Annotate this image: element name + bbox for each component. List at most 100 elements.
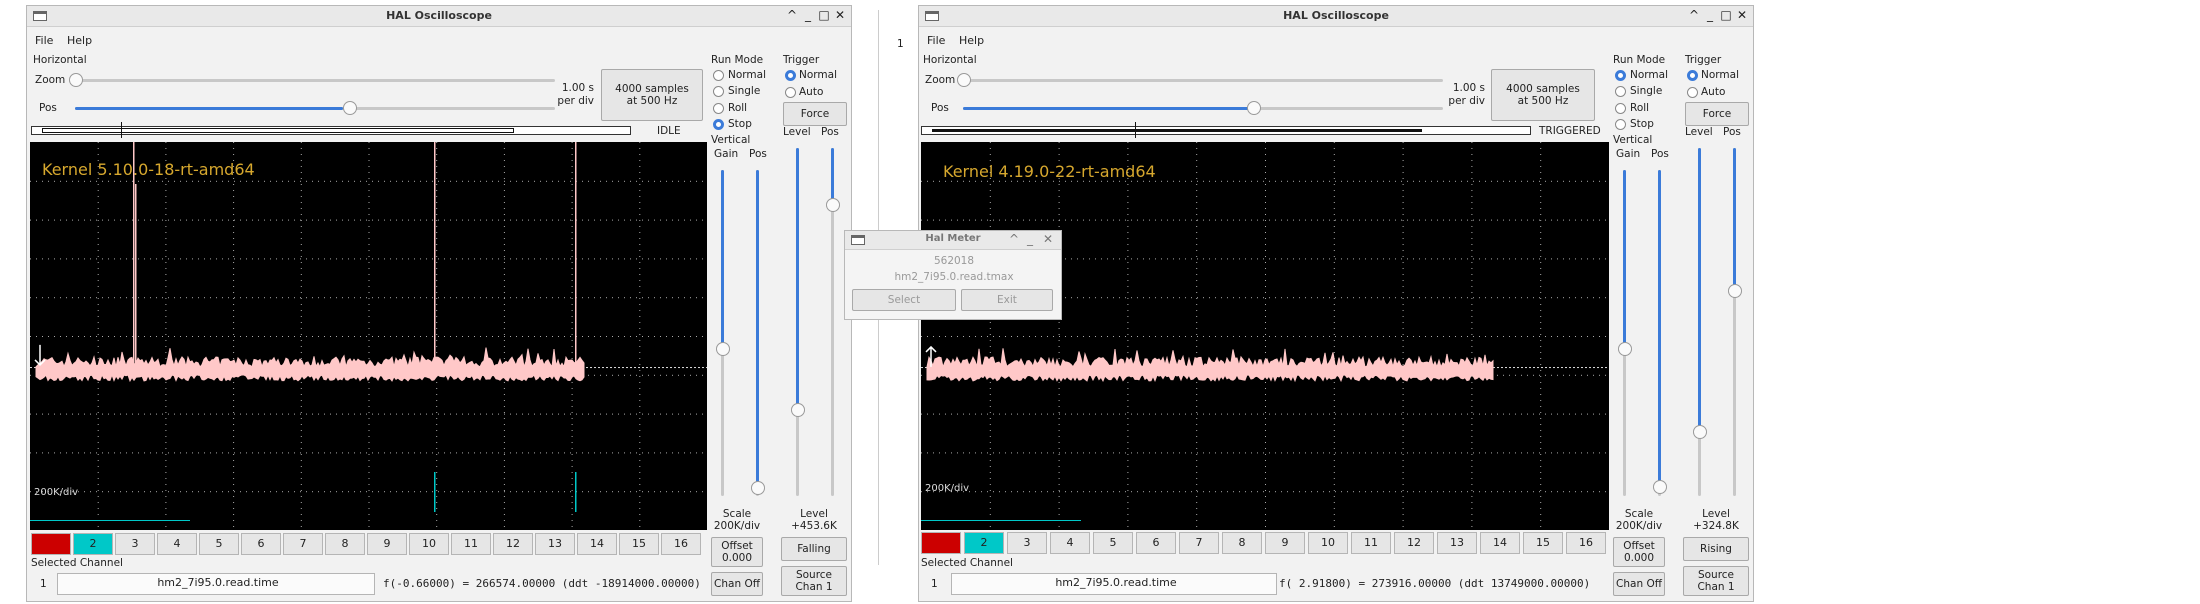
pos-slider-knob[interactable] <box>1247 101 1261 115</box>
trigger-edge-button[interactable]: Falling <box>781 537 847 561</box>
channel-2-button[interactable]: 2 <box>964 532 1004 554</box>
shade-icon[interactable]: ^ <box>1007 232 1021 246</box>
zoom-slider-knob[interactable] <box>957 73 971 87</box>
run-mode-single-radio[interactable] <box>713 86 724 97</box>
channel-16-button[interactable]: 16 <box>1566 532 1606 554</box>
pos-slider-knob[interactable] <box>343 101 357 115</box>
channel-13-button[interactable]: 13 <box>1437 532 1477 554</box>
scope-display[interactable]: Kernel 5.10.0-18-rt-amd64 200K/div <box>30 142 707 530</box>
close-icon[interactable]: ✕ <box>1735 8 1749 22</box>
run-mode-stop-radio[interactable] <box>1615 119 1626 130</box>
channel-5-button[interactable]: 5 <box>1093 532 1133 554</box>
minimize-icon[interactable]: _ <box>1703 8 1717 22</box>
channel-11-button[interactable]: 11 <box>451 533 491 555</box>
grid-dot <box>108 452 109 454</box>
trigger-level-slider-knob[interactable] <box>791 403 805 417</box>
channel-8-button[interactable]: 8 <box>1222 532 1262 554</box>
grid-dot <box>198 413 199 415</box>
channel-6-button[interactable]: 6 <box>241 533 281 555</box>
channel-8-button[interactable]: 8 <box>325 533 365 555</box>
trigger-auto-radio[interactable] <box>1687 87 1698 98</box>
run-mode-normal-radio[interactable] <box>1615 70 1626 81</box>
gain-slider-knob[interactable] <box>1618 342 1632 356</box>
zoom-slider-knob[interactable] <box>69 73 83 87</box>
menu-file[interactable]: File <box>35 34 53 47</box>
force-button[interactable]: Force <box>1685 102 1749 126</box>
meter-exit-button[interactable]: Exit <box>961 289 1053 311</box>
offset-button[interactable]: Offset 0.000 <box>1613 537 1665 567</box>
scope-display[interactable]: Kernel 4.19.0-22-rt-amd64 200K/div <box>921 142 1609 530</box>
run-mode-single-radio[interactable] <box>1615 86 1626 97</box>
pin-name-field[interactable]: hm2_7i95.0.read.time <box>57 573 375 595</box>
samples-button[interactable]: 4000 samples at 500 Hz <box>1491 69 1595 121</box>
minimize-icon[interactable]: _ <box>1023 232 1037 246</box>
channel-15-button[interactable]: 15 <box>619 533 659 555</box>
channel-12-button[interactable]: 12 <box>493 533 533 555</box>
channel-9-button[interactable]: 9 <box>367 533 407 555</box>
samples-button[interactable]: 4000 samples at 500 Hz <box>601 69 703 121</box>
maximize-icon[interactable]: □ <box>817 8 831 22</box>
vpos-slider-knob[interactable] <box>751 481 765 495</box>
offset-button[interactable]: Offset 0.000 <box>711 537 763 567</box>
grid-dot <box>1215 180 1216 182</box>
shade-icon[interactable]: ^ <box>1687 8 1701 22</box>
run-mode-stop-radio[interactable] <box>713 119 724 130</box>
minimize-icon[interactable]: _ <box>801 8 815 22</box>
channel-15-button[interactable]: 15 <box>1523 532 1563 554</box>
channel-2-button[interactable]: 2 <box>73 533 113 555</box>
menu-help[interactable]: Help <box>67 34 92 47</box>
grid-dot <box>216 336 217 337</box>
trigger-normal-radio[interactable] <box>785 70 796 81</box>
channel-3-button[interactable]: 3 <box>115 533 155 555</box>
trigger-normal-radio[interactable] <box>1687 70 1698 81</box>
channel-14-button[interactable]: 14 <box>577 533 617 555</box>
menu-file[interactable]: File <box>927 34 945 47</box>
meter-select-button[interactable]: Select <box>852 289 956 311</box>
menu-help[interactable]: Help <box>959 34 984 47</box>
trigger-source-button[interactable]: Source Chan 1 <box>1683 566 1749 596</box>
trigger-pos-slider-knob[interactable] <box>1728 284 1742 298</box>
trigger-source-button[interactable]: Source Chan 1 <box>781 566 847 596</box>
channel-9-button[interactable]: 9 <box>1265 532 1305 554</box>
close-icon[interactable]: ✕ <box>1041 232 1055 246</box>
channel-13-button[interactable]: 13 <box>535 533 575 555</box>
channel-12-button[interactable]: 12 <box>1394 532 1434 554</box>
gain-slider-knob[interactable] <box>716 342 730 356</box>
grid-dot <box>368 256 370 257</box>
grid-dot <box>300 484 302 485</box>
channel-1-button[interactable]: 1 <box>31 533 71 555</box>
shade-icon[interactable]: ^ <box>785 8 799 22</box>
close-icon[interactable]: ✕ <box>833 8 847 22</box>
channel-14-button[interactable]: 14 <box>1480 532 1520 554</box>
channel-10-button[interactable]: 10 <box>409 533 449 555</box>
grid-dot <box>1467 219 1468 221</box>
chan-off-button[interactable]: Chan Off <box>711 572 763 596</box>
run-mode-roll-radio[interactable] <box>713 103 724 114</box>
channel-6-button[interactable]: 6 <box>1136 532 1176 554</box>
channel-7-button[interactable]: 7 <box>283 533 323 555</box>
channel-7-button[interactable]: 7 <box>1179 532 1219 554</box>
chan-off-button[interactable]: Chan Off <box>1613 572 1665 596</box>
force-button[interactable]: Force <box>783 102 847 126</box>
zoom-slider-track[interactable] <box>963 79 1443 82</box>
grid-dot <box>1540 370 1542 371</box>
channel-16-button[interactable]: 16 <box>661 533 701 555</box>
pin-name-field[interactable]: hm2_7i95.0.read.time <box>951 573 1277 595</box>
grid-dot <box>571 274 573 275</box>
channel-3-button[interactable]: 3 <box>1007 532 1047 554</box>
maximize-icon[interactable]: □ <box>1719 8 1733 22</box>
vpos-slider-knob[interactable] <box>1653 480 1667 494</box>
channel-10-button[interactable]: 10 <box>1308 532 1348 554</box>
trigger-level-slider-knob[interactable] <box>1693 425 1707 439</box>
zoom-slider-track[interactable] <box>75 79 555 82</box>
run-mode-normal-radio[interactable] <box>713 70 724 81</box>
channel-11-button[interactable]: 11 <box>1351 532 1391 554</box>
channel-5-button[interactable]: 5 <box>199 533 239 555</box>
run-mode-roll-radio[interactable] <box>1615 103 1626 114</box>
channel-4-button[interactable]: 4 <box>157 533 197 555</box>
channel-1-button[interactable]: 1 <box>921 532 961 554</box>
trigger-edge-button[interactable]: Rising <box>1683 537 1749 561</box>
trigger-auto-radio[interactable] <box>785 87 796 98</box>
channel-4-button[interactable]: 4 <box>1050 532 1090 554</box>
trigger-pos-slider-knob[interactable] <box>826 198 840 212</box>
